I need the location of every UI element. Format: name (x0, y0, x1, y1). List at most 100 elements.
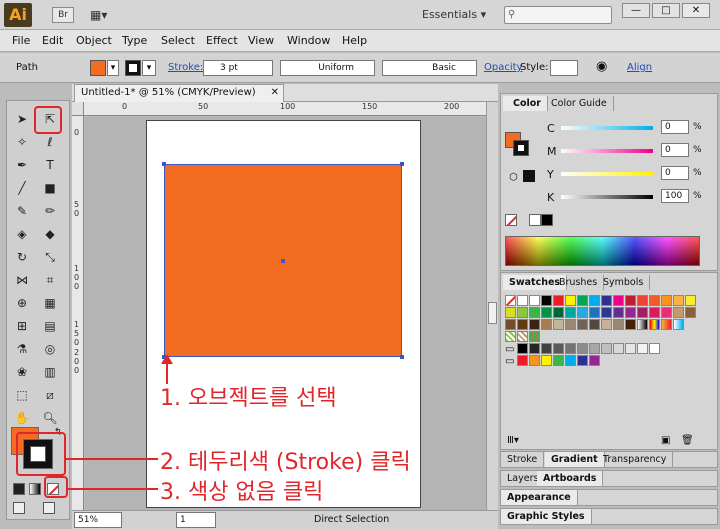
swatch[interactable] (613, 343, 624, 354)
zoom-level-field[interactable]: 51% (74, 512, 122, 528)
artboards-tab[interactable]: Artboards (537, 471, 604, 486)
swatch[interactable] (541, 355, 552, 366)
swatch[interactable] (529, 343, 540, 354)
swatch[interactable] (637, 319, 648, 330)
rotate-tool-icon[interactable]: ↻ (11, 247, 33, 267)
swatch[interactable] (565, 343, 576, 354)
new-swatch-icon[interactable]: ▣ (661, 435, 670, 446)
swatch[interactable] (649, 343, 660, 354)
symbols-tab[interactable]: Symbols (597, 275, 651, 290)
recolor-artwork-icon[interactable]: ◉ (596, 59, 607, 74)
fill-color-swatch[interactable] (90, 60, 106, 76)
channel-y-value[interactable]: 0 (661, 166, 689, 180)
pattern-swatch[interactable] (529, 331, 540, 342)
screen-mode-button[interactable] (43, 502, 55, 514)
channel-y-slider[interactable] (561, 172, 653, 176)
swatch[interactable] (661, 295, 672, 306)
stroke-weight-field[interactable]: 3 pt (203, 60, 273, 76)
swatch[interactable] (553, 343, 564, 354)
document-tab[interactable]: Untitled-1* @ 51% (CMYK/Preview) ✕ (74, 84, 284, 102)
swatch[interactable] (541, 343, 552, 354)
swatch[interactable] (589, 307, 600, 318)
swatch[interactable] (601, 319, 612, 330)
swatch[interactable] (625, 319, 636, 330)
appearance-tab[interactable]: Appearance (501, 490, 578, 505)
channel-k-slider[interactable] (561, 195, 653, 199)
swatch[interactable] (661, 307, 672, 318)
swatch[interactable] (577, 343, 588, 354)
delete-swatch-icon[interactable]: 🗑︎ (681, 435, 694, 446)
swatch[interactable] (553, 319, 564, 330)
align-link[interactable]: Align (627, 62, 652, 73)
swatch[interactable] (553, 295, 564, 306)
stroke-dropdown[interactable]: ▾ (142, 60, 156, 76)
stroke-panel-link[interactable]: Stroke: (168, 62, 203, 73)
variable-width-profile[interactable]: Uniform (280, 60, 375, 76)
swatch[interactable] (589, 343, 600, 354)
minimize-button[interactable]: — (622, 3, 650, 18)
swatch[interactable] (673, 319, 684, 330)
swatch[interactable] (589, 295, 600, 306)
menu-object[interactable]: Object (76, 34, 112, 47)
channel-c-value[interactable]: 0 (661, 120, 689, 134)
swatch[interactable] (541, 307, 552, 318)
swatch[interactable] (541, 295, 552, 306)
channel-k-value[interactable]: 100 (661, 189, 689, 203)
swatch[interactable] (625, 343, 636, 354)
gradient-mode-button[interactable] (29, 483, 41, 495)
workspace-switcher[interactable]: Essentials ▾ (422, 8, 492, 24)
artboard-number-field[interactable]: 1 (176, 512, 216, 528)
swatch[interactable] (553, 355, 564, 366)
scale-tool-icon[interactable]: ⤡ (39, 247, 61, 267)
swatch-none[interactable] (505, 295, 516, 306)
color-spectrum[interactable] (505, 236, 700, 266)
arrange-documents-button[interactable]: ▦▾ (90, 7, 118, 23)
maximize-button[interactable]: □ (652, 3, 680, 18)
swatch[interactable] (565, 319, 576, 330)
none-color-swatch[interactable] (505, 214, 517, 226)
swatch[interactable] (505, 307, 516, 318)
horizontal-ruler[interactable]: 0 50 100 150 200 (84, 102, 486, 116)
gradient-tab[interactable]: Gradient (545, 452, 605, 467)
white-swatch[interactable] (529, 214, 541, 226)
channel-c-slider[interactable] (561, 126, 653, 130)
swatch[interactable] (565, 355, 576, 366)
stroke-tab[interactable]: Stroke (501, 452, 545, 467)
perspective-grid-tool-icon[interactable]: ▦ (39, 293, 61, 313)
bridge-button[interactable]: Br (52, 7, 74, 23)
menu-type[interactable]: Type (122, 34, 147, 47)
pattern-swatch[interactable] (505, 331, 516, 342)
panel-stroke-swatch[interactable] (513, 140, 529, 156)
opacity-link[interactable]: Opacity (484, 62, 522, 73)
free-transform-tool-icon[interactable]: ⌗ (39, 270, 61, 290)
swatch[interactable] (577, 319, 588, 330)
swatch[interactable] (673, 295, 684, 306)
swatch[interactable] (529, 355, 540, 366)
selection-tool-icon[interactable]: ➤ (11, 109, 33, 129)
selected-rectangle[interactable] (162, 162, 404, 359)
swatch[interactable] (529, 307, 540, 318)
symbol-sprayer-tool-icon[interactable]: ❀ (11, 362, 33, 382)
swatch-registration[interactable] (517, 295, 528, 306)
close-button[interactable]: ✕ (682, 3, 710, 18)
swatch[interactable] (625, 295, 636, 306)
anchor-point[interactable] (162, 162, 166, 166)
menu-window[interactable]: Window (287, 34, 330, 47)
slice-tool-icon[interactable]: ⧄ (39, 385, 61, 405)
fill-dropdown[interactable]: ▾ (107, 60, 119, 76)
swatch[interactable] (517, 307, 528, 318)
swatch[interactable] (649, 307, 660, 318)
color-tab[interactable]: Color (503, 96, 548, 111)
swatch[interactable] (517, 355, 528, 366)
anchor-point[interactable] (400, 162, 404, 166)
anchor-point[interactable] (400, 355, 404, 359)
swatch[interactable] (517, 343, 528, 354)
close-tab-icon[interactable]: ✕ (271, 85, 279, 101)
swatch[interactable] (565, 307, 576, 318)
swatch[interactable] (577, 307, 588, 318)
stroke-color-swatch[interactable] (125, 60, 141, 76)
rectangle-tool-icon[interactable]: ■ (39, 178, 61, 198)
draw-mode-button[interactable] (13, 502, 25, 514)
column-graph-tool-icon[interactable]: ▥ (39, 362, 61, 382)
black-swatch[interactable] (523, 170, 535, 182)
